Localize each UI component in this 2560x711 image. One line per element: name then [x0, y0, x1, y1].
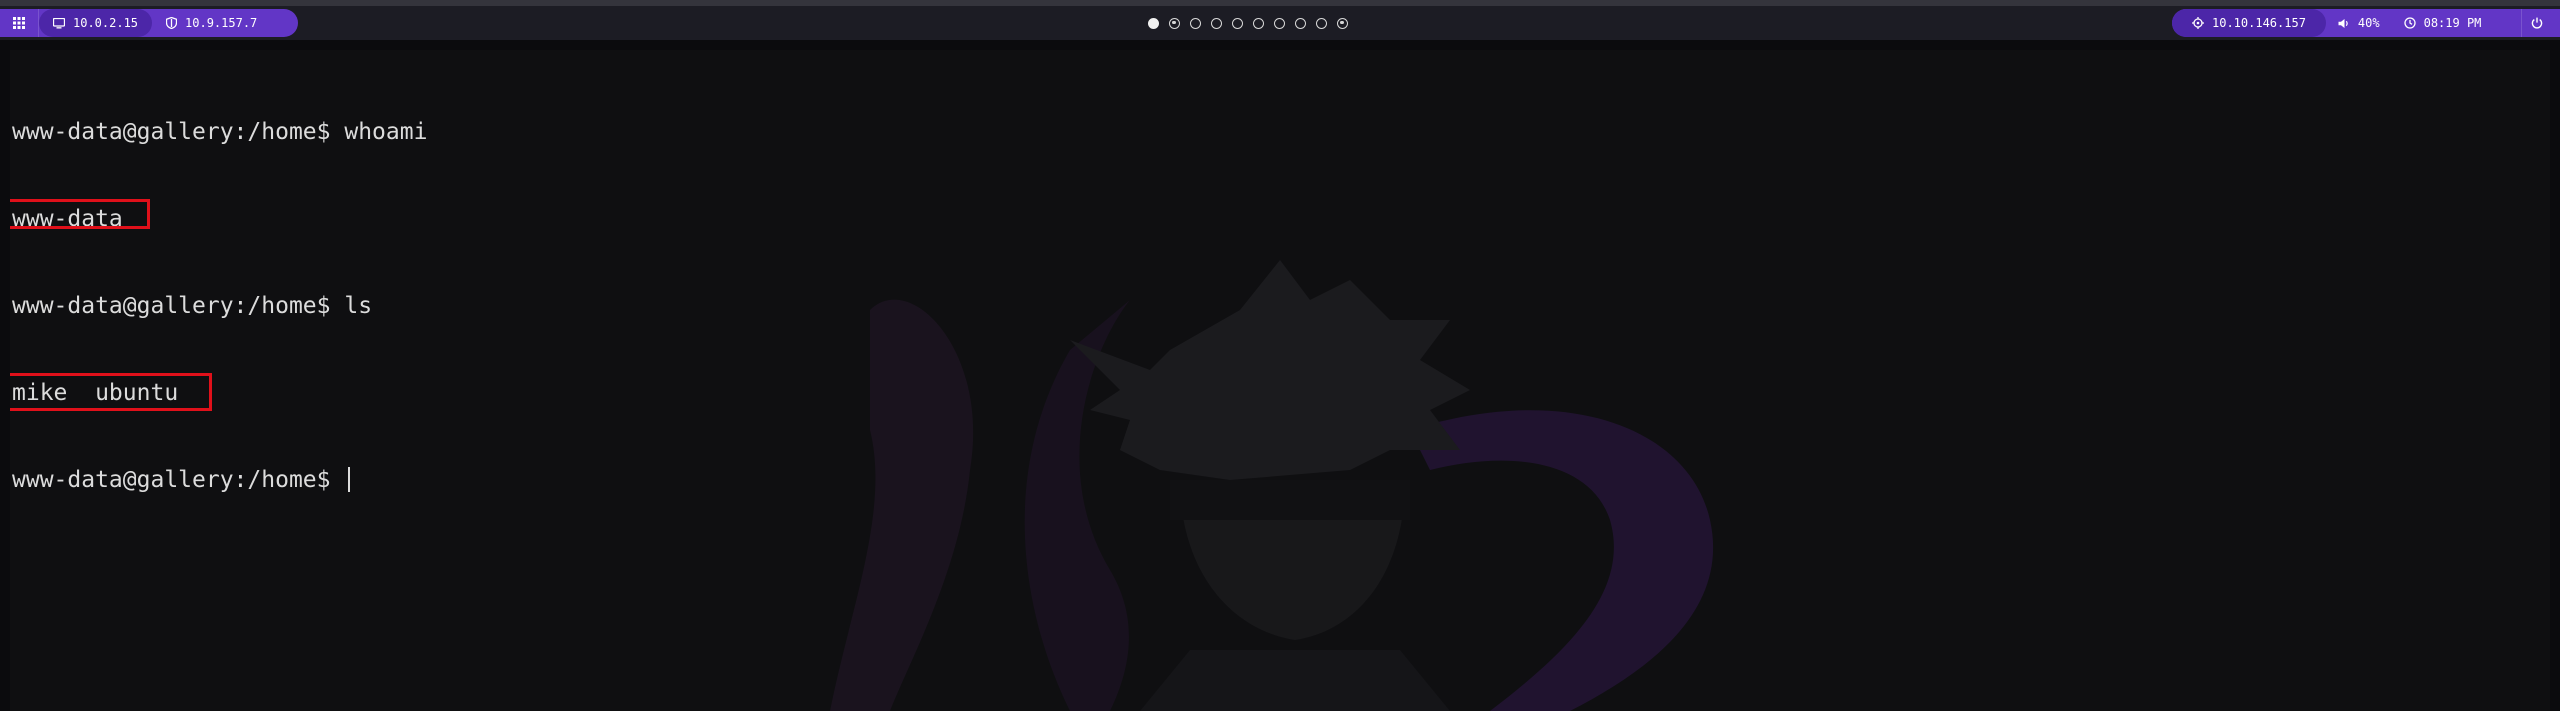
target-icon — [2192, 17, 2204, 29]
highlight-box — [10, 199, 150, 229]
workspace-6-button[interactable] — [1253, 17, 1264, 29]
terminal-line-prompt: www-data@gallery:/home$ ls — [12, 292, 427, 321]
power-button[interactable] — [2521, 9, 2560, 37]
workspace-1-button[interactable] — [1148, 17, 1159, 29]
clock-indicator[interactable]: 08:19 PM — [2392, 9, 2494, 37]
text-cursor — [348, 467, 351, 492]
local-ip-indicator[interactable]: 10.0.2.15 — [39, 9, 153, 37]
workspace-switcher — [1148, 9, 1348, 37]
network-status-pill: 10.0.2.15 10.9.157.7 — [0, 9, 298, 37]
shield-icon — [166, 17, 178, 29]
app-menu-button[interactable] — [0, 9, 39, 37]
command: whoami — [344, 119, 428, 145]
workspace-2-button[interactable] — [1169, 17, 1180, 29]
terminal-line-prompt: www-data@gallery:/home$ — [12, 466, 427, 495]
vpn-ip-text: 10.9.157.7 — [185, 16, 258, 30]
prompt: www-data@gallery:/home$ — [12, 119, 331, 145]
vpn-ip-indicator[interactable]: 10.9.157.7 — [152, 9, 271, 37]
system-status-pill: 10.10.146.157 40% 08:19 PM — [2172, 9, 2560, 37]
terminal-window[interactable]: www-data@gallery:/home$ whoami www-data … — [10, 50, 2550, 711]
prompt: www-data@gallery:/home$ — [12, 467, 331, 493]
workspace-9-button[interactable] — [1316, 17, 1327, 29]
top-bar: 10.0.2.15 10.9.157.7 10.10.146.157 40% 0… — [0, 0, 2560, 40]
workspace-5-button[interactable] — [1232, 17, 1243, 29]
clock-icon — [2403, 17, 2416, 29]
monitor-icon — [53, 17, 65, 28]
volume-indicator[interactable]: 40% — [2326, 9, 2392, 37]
terminal-line-prompt: www-data@gallery:/home$ whoami — [12, 118, 427, 147]
volume-text: 40% — [2357, 16, 2380, 30]
prompt: www-data@gallery:/home$ — [12, 293, 331, 319]
grid-icon — [13, 17, 25, 29]
target-ip-text: 10.10.146.157 — [2212, 16, 2306, 30]
clock-text: 08:19 PM — [2423, 16, 2482, 30]
workspace-4-button[interactable] — [1211, 17, 1222, 29]
terminal-output: www-data@gallery:/home$ whoami www-data … — [10, 60, 427, 553]
highlight-box — [10, 373, 212, 411]
workspace-3-button[interactable] — [1190, 17, 1201, 29]
local-ip-text: 10.0.2.15 — [73, 16, 139, 30]
highlighted-output: www-data — [10, 199, 150, 234]
workspace-8-button[interactable] — [1295, 17, 1306, 29]
terminal-line-output: www-data — [10, 199, 427, 234]
target-ip-indicator[interactable]: 10.10.146.157 — [2172, 9, 2326, 37]
highlighted-output: mike ubuntu — [10, 373, 212, 411]
command: ls — [344, 293, 373, 319]
terminal-line-output: mike ubuntu — [10, 373, 427, 411]
speaker-icon — [2338, 18, 2348, 28]
power-icon — [2531, 17, 2543, 29]
workspace-7-button[interactable] — [1274, 17, 1285, 29]
workspace-10-button[interactable] — [1337, 17, 1348, 29]
